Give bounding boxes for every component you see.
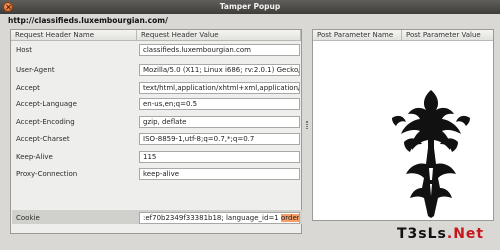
watermark-text: T3sLs.Net: [397, 226, 484, 242]
watermark-accent: .Net: [446, 226, 485, 242]
window-title: Tamper Popup: [219, 2, 281, 11]
header-name-proxy-connection: Proxy-Connection: [16, 170, 78, 178]
pane-splitter-handle[interactable]: [306, 121, 308, 129]
header-value-accept-charset[interactable]: ISO-8859-1,utf-8;q=0.7,*;q=0.7: [139, 133, 300, 145]
header-value-proxy-connection[interactable]: keep-alive: [139, 168, 300, 180]
header-value-accept-encoding[interactable]: gzip, deflate: [139, 116, 300, 128]
cookie-value-text: :ef70b2349f33381b18; language_id=1: [143, 214, 281, 222]
header-name-accept-encoding: Accept-Encoding: [16, 118, 75, 126]
header-name-host: Host: [16, 46, 32, 54]
selected-text: order by 4: [280, 214, 299, 222]
column-header-post-value[interactable]: Post Parameter Value: [402, 30, 493, 41]
watermark-main: T3sLs: [397, 226, 447, 242]
header-value-keep-alive[interactable]: 115: [139, 151, 300, 163]
column-header-value[interactable]: Request Header Value: [137, 30, 301, 41]
header-name-user-agent: User-Agent: [16, 66, 55, 74]
column-header-post-name[interactable]: Post Parameter Name: [313, 30, 402, 41]
column-header-name[interactable]: Request Header Name: [11, 30, 137, 41]
header-name-accept-language: Accept-Language: [16, 100, 77, 108]
header-name-accept: Accept: [16, 84, 40, 92]
header-value-host[interactable]: classifieds.luxembourgian.com: [139, 44, 300, 56]
header-name-cookie: Cookie: [16, 214, 40, 222]
close-icon[interactable]: [3, 2, 13, 12]
header-value-cookie[interactable]: :ef70b2349f33381b18; language_id=1 order…: [139, 212, 300, 224]
window-titlebar: Tamper Popup: [0, 0, 500, 14]
tribal-dragon-logo: [392, 90, 470, 218]
header-name-keep-alive: Keep-Alive: [16, 153, 53, 161]
header-name-accept-charset: Accept-Charset: [16, 135, 70, 143]
header-value-user-agent[interactable]: Mozilla/5.0 (X11; Linux i686; rv:2.0.1) …: [139, 64, 300, 76]
header-value-accept-language[interactable]: en-us,en;q=0.5: [139, 98, 300, 110]
request-headers-table: Request Header Name Request Header Value…: [10, 29, 302, 234]
target-url: http://classifieds.luxembourgian.com/: [8, 16, 168, 25]
header-value-accept[interactable]: text/html,application/xhtml+xml,applicat…: [139, 82, 300, 94]
